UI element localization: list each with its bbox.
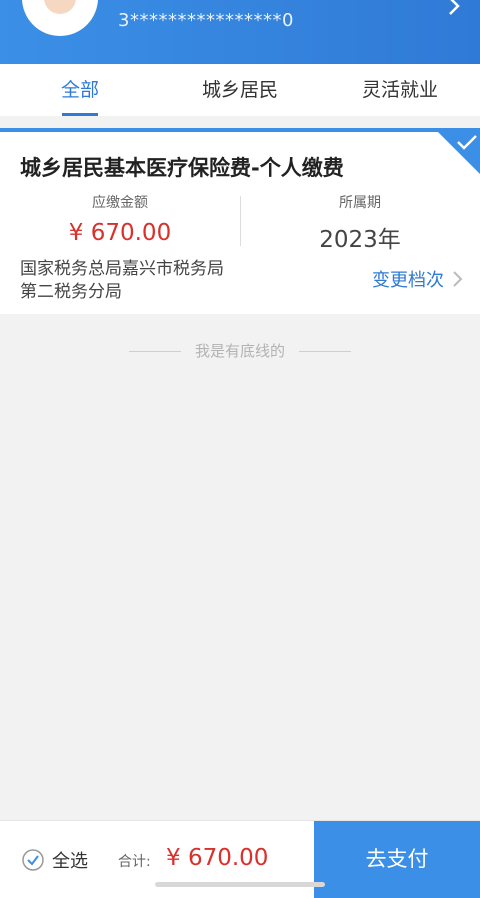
tab-flexible-employment[interactable]: 灵活就业	[320, 64, 480, 116]
total-label: 合计:	[118, 854, 151, 870]
avatar-face	[44, 0, 76, 14]
amount-label: 应缴金额	[92, 195, 148, 211]
pay-button[interactable]: 去支付	[314, 821, 480, 898]
end-of-list-note: 我是有底线的	[0, 340, 480, 361]
divider-right	[299, 351, 351, 352]
tab-bar: 全部 城乡居民 灵活就业	[0, 64, 480, 116]
end-of-list-text: 我是有底线的	[194, 342, 285, 360]
select-all-toggle[interactable]: 全选	[22, 847, 88, 873]
chevron-right-icon	[453, 271, 463, 287]
select-all-label: 全选	[52, 851, 88, 872]
period-column: 所属期 2023年	[240, 192, 480, 254]
payment-card[interactable]: 城乡居民基本医疗保险费-个人缴费 应缴金额 ¥ 670.00 所属期 2023年…	[0, 128, 480, 314]
total-amount: ¥ 670.00	[166, 845, 269, 871]
period-value: 2023年	[319, 227, 401, 253]
selected-check-icon[interactable]	[434, 128, 480, 174]
avatar[interactable]	[22, 0, 98, 36]
tab-all[interactable]: 全部	[0, 64, 160, 116]
tab-urban-rural-residents[interactable]: 城乡居民	[160, 64, 320, 116]
check-circle-icon[interactable]	[22, 849, 44, 871]
amount-value: ¥ 670.00	[68, 220, 172, 246]
divider-left	[128, 351, 181, 352]
change-level-link[interactable]: 变更档次	[372, 266, 464, 292]
period-label: 所属期	[339, 195, 381, 211]
home-indicator	[155, 882, 325, 887]
card-title: 城乡居民基本医疗保险费-个人缴费	[20, 156, 344, 180]
id-number: 3****************0	[118, 10, 294, 31]
header-bar: 3****************0	[0, 0, 480, 64]
change-level-label: 变更档次	[372, 270, 444, 291]
tax-office: 国家税务总局嘉兴市税务局第二税务分局	[20, 259, 224, 302]
amount-column: 应缴金额 ¥ 670.00	[0, 192, 240, 246]
chevron-right-icon[interactable]	[442, 0, 466, 20]
